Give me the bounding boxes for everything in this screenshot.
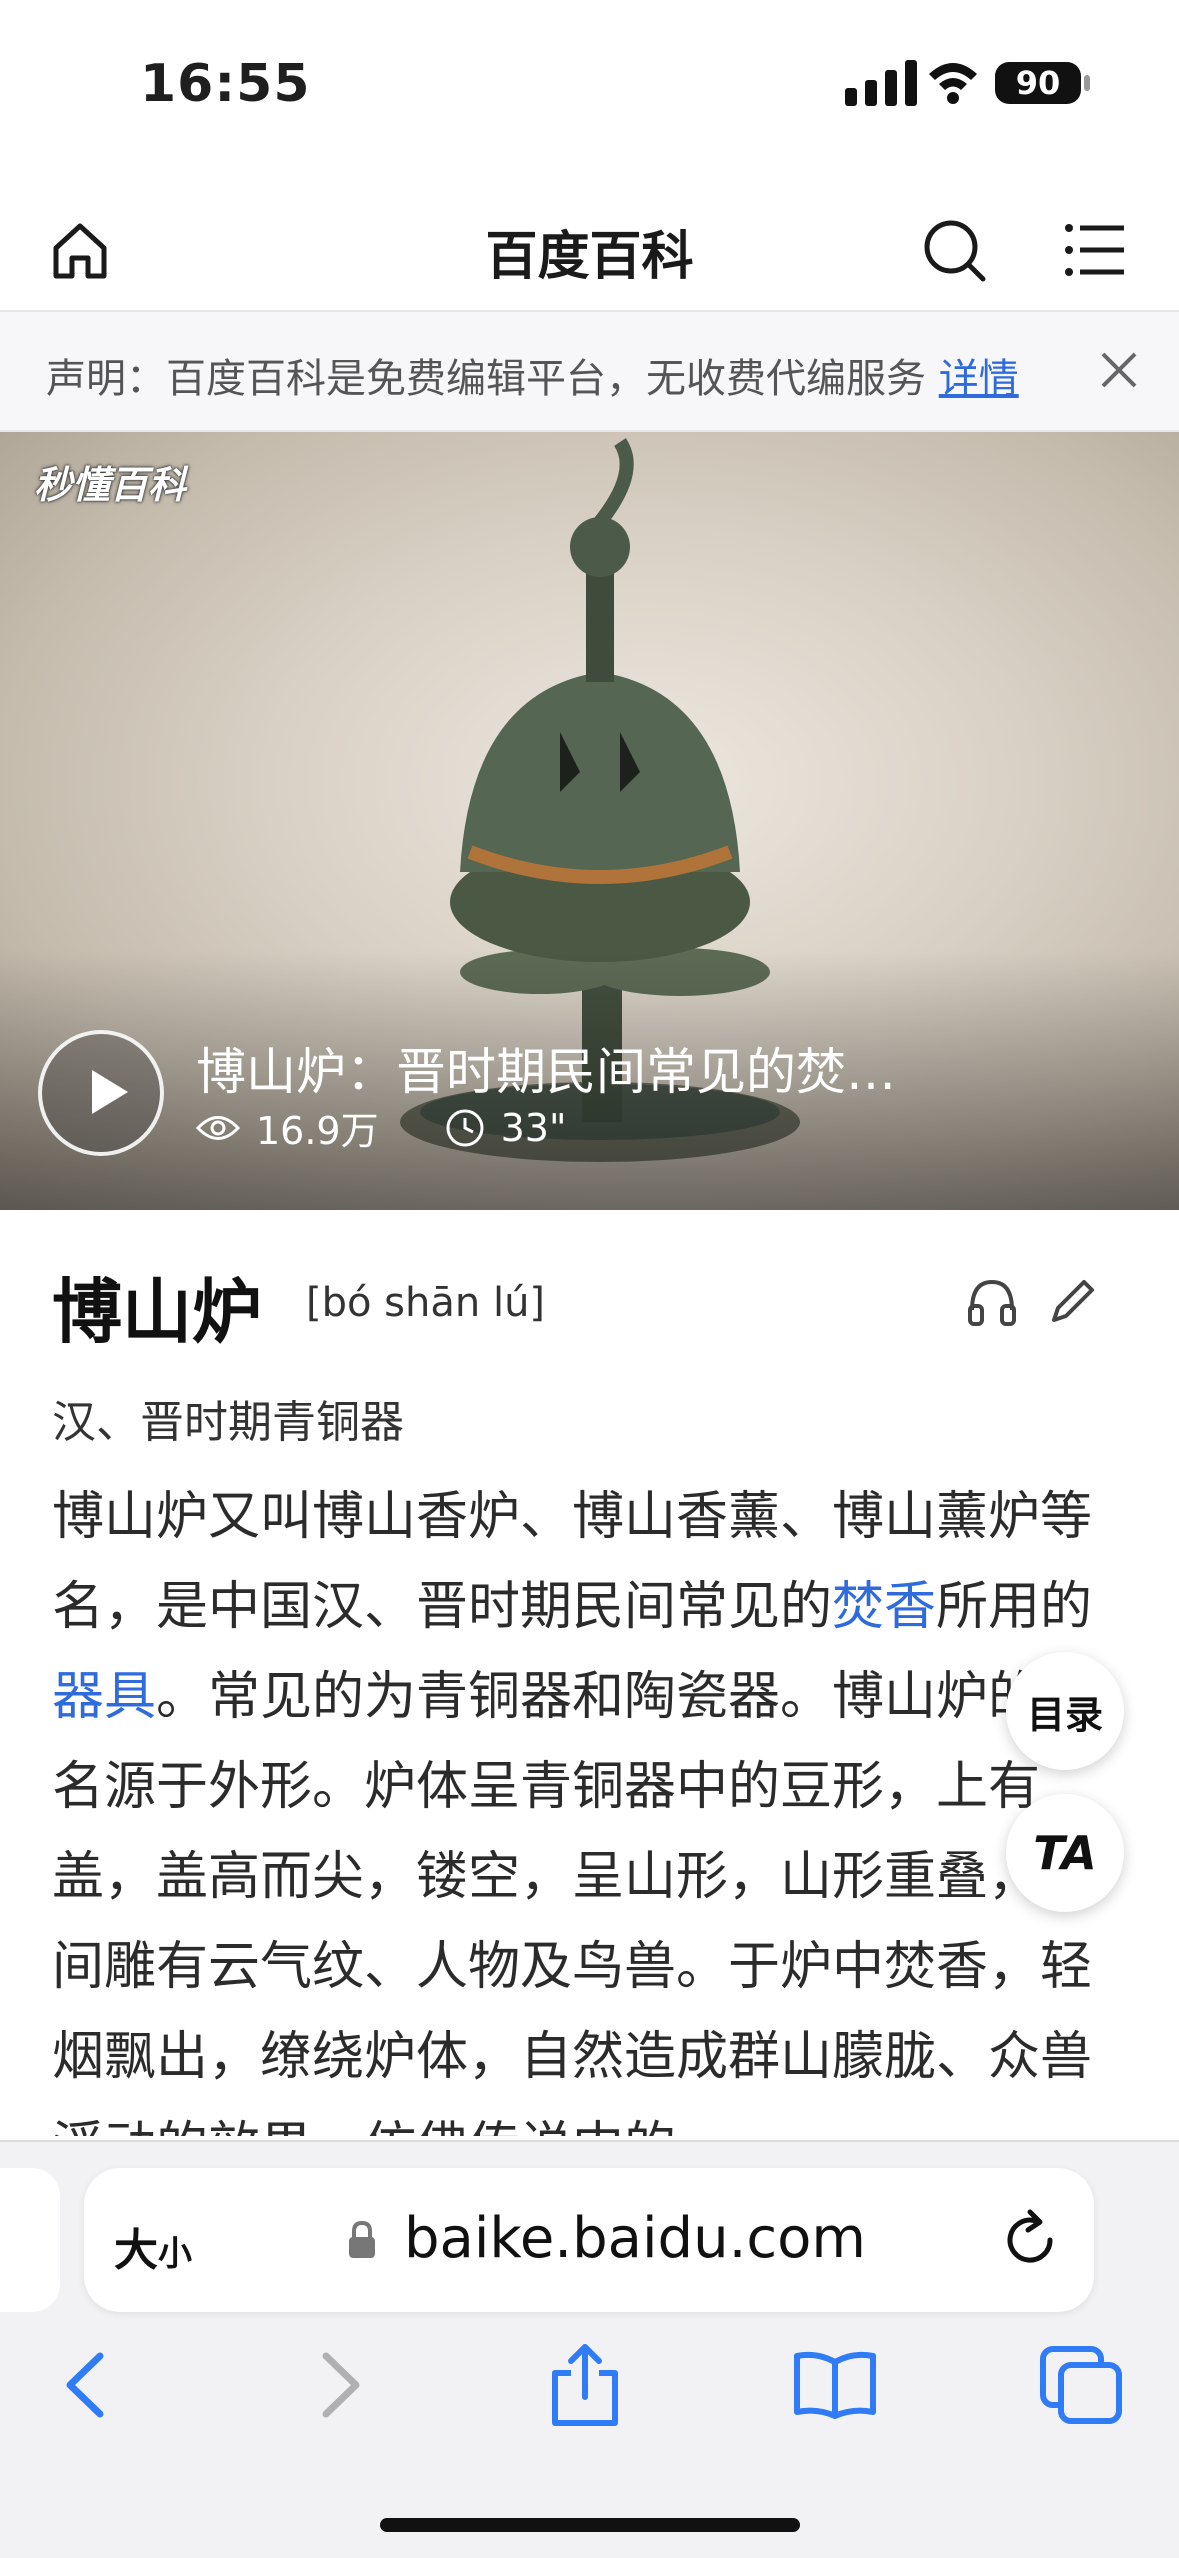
link-utensil[interactable]: 器具 bbox=[52, 1667, 156, 1727]
summary-text-3: 。常见的为青铜器和陶瓷器。博山炉的得名源于外形。炉体呈青铜器中的豆形，上有盖，盖… bbox=[52, 1667, 1093, 2136]
tabs-button[interactable] bbox=[1036, 2340, 1126, 2430]
app-header: 百度百科 bbox=[0, 190, 1179, 312]
bookmarks-icon bbox=[794, 2351, 876, 2419]
lock-icon bbox=[349, 2220, 375, 2258]
link-burning-incense[interactable]: 焚香 bbox=[832, 1577, 936, 1637]
size-small-label: 小 bbox=[158, 2234, 192, 2274]
disclaimer-text: 声明：百度百科是免费编辑平台，无收费代编服务 详情 bbox=[46, 346, 1019, 404]
headphones-icon[interactable] bbox=[964, 1274, 1020, 1330]
status-time: 16:55 bbox=[140, 54, 311, 114]
back-icon bbox=[66, 2352, 104, 2418]
toc-button[interactable]: 目录 bbox=[1006, 1652, 1124, 1770]
cellular-signal-icon bbox=[845, 60, 917, 106]
previous-tab-peek[interactable] bbox=[0, 2168, 60, 2312]
eye-icon bbox=[196, 1115, 240, 1140]
video-duration: 33" bbox=[500, 1105, 567, 1150]
status-bar: 16:55 90 bbox=[0, 0, 1179, 170]
back-button[interactable] bbox=[40, 2340, 130, 2430]
view-count: 16.9万 bbox=[256, 1109, 379, 1153]
ta-button[interactable]: TA bbox=[1006, 1794, 1124, 1912]
wifi-icon bbox=[929, 63, 977, 104]
forward-icon bbox=[322, 2352, 360, 2418]
close-icon bbox=[1101, 352, 1137, 388]
details-link[interactable]: 详情 bbox=[939, 356, 1019, 402]
share-icon bbox=[552, 2344, 618, 2426]
home-indicator bbox=[380, 2518, 800, 2532]
entry-summary: 博山炉又叫博山香炉、博山香薰、博山薰炉等名，是中国汉、晋时期民间常见的焚香所用的… bbox=[52, 1472, 1112, 2136]
video-title: 博山炉：晋时期民间常见的焚… bbox=[196, 1043, 896, 1101]
close-banner-button[interactable] bbox=[1087, 338, 1151, 402]
hero-video[interactable]: 秒懂百科 博山炉：晋时期民间常见的焚… 16.9万 33" bbox=[0, 432, 1179, 1210]
bookmarks-button[interactable] bbox=[790, 2340, 880, 2430]
play-button[interactable] bbox=[38, 1030, 164, 1156]
disclaimer-message: 声明：百度百科是免费编辑平台，无收费代编服务 bbox=[46, 356, 939, 402]
summary-text-2: 所用的 bbox=[936, 1577, 1093, 1637]
battery-tip bbox=[1084, 75, 1090, 91]
edit-icon[interactable] bbox=[1044, 1274, 1100, 1330]
reload-icon[interactable] bbox=[996, 2206, 1064, 2274]
share-button[interactable] bbox=[540, 2340, 630, 2430]
video-meta: 16.9万 33" bbox=[196, 1100, 566, 1155]
text-size-button[interactable]: 大小 bbox=[114, 2214, 192, 2278]
play-icon bbox=[92, 1070, 128, 1114]
size-big-label: 大 bbox=[114, 2225, 158, 2276]
page-title: 百度百科 bbox=[485, 227, 694, 287]
clock-icon bbox=[446, 1109, 484, 1146]
url-text: baike.baidu.com bbox=[404, 2206, 866, 2271]
menu-button[interactable] bbox=[1056, 210, 1136, 290]
entry-pinyin: [bó shān lú] bbox=[306, 1280, 546, 1326]
battery-indicator: 90 bbox=[995, 62, 1081, 104]
tabs-icon bbox=[1040, 2346, 1122, 2424]
entry-subtitle: 汉、晋时期青铜器 bbox=[52, 1397, 404, 1448]
address-bar[interactable]: 大小 baike.baidu.com bbox=[84, 2168, 1094, 2312]
disclaimer-banner: 声明：百度百科是免费编辑平台，无收费代编服务 详情 bbox=[0, 312, 1179, 432]
search-icon bbox=[924, 220, 986, 282]
entry-title: 博山炉 bbox=[52, 1271, 262, 1353]
forward-button[interactable] bbox=[296, 2340, 386, 2430]
watermark-logo: 秒懂百科 bbox=[34, 463, 187, 507]
menu-icon bbox=[1065, 224, 1124, 276]
search-button[interactable] bbox=[914, 210, 994, 290]
